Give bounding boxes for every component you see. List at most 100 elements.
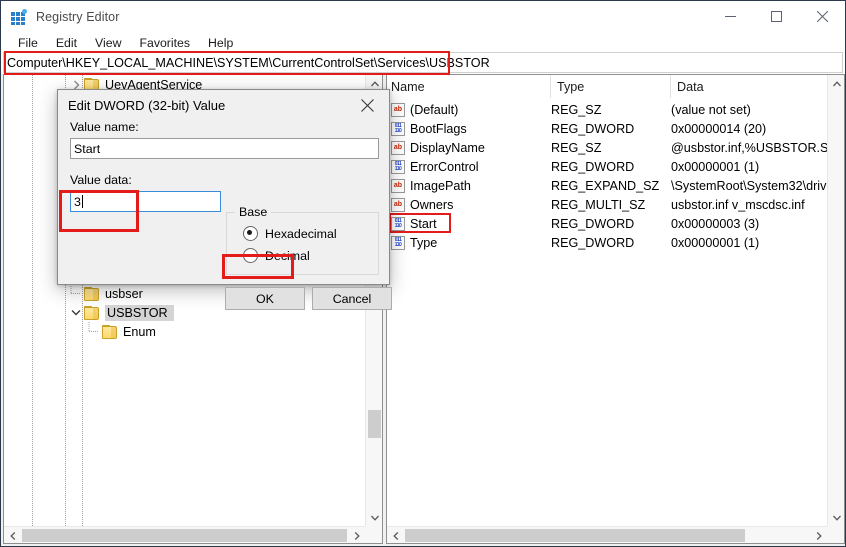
value-data-input[interactable]: 3 (70, 191, 221, 212)
radio-decimal[interactable]: Decimal (243, 248, 378, 263)
radio-decimal-indicator[interactable] (243, 248, 258, 263)
value-type-cell: REG_SZ (551, 140, 602, 155)
base-legend: Base (235, 205, 272, 219)
menu-view[interactable]: View (86, 34, 130, 52)
dialog-close-icon[interactable] (345, 90, 389, 120)
value-row[interactable]: ab Owners REG_MULTI_SZ usbstor.inf v_mscdsc… (387, 195, 827, 214)
value-name-cell: ab ImagePath (387, 178, 551, 193)
column-header-type[interactable]: Type (551, 75, 671, 98)
value-data-cell: usbstor.inf v_mscdsc.inf (671, 197, 805, 212)
radio-hexadecimal[interactable]: Hexadecimal (243, 226, 378, 241)
value-data-cell: 0x00000001 (1) (671, 159, 760, 174)
tree-node[interactable]: usbser (4, 284, 365, 303)
menu-favorites[interactable]: Favorites (130, 34, 199, 52)
tree-leaf-connector (86, 322, 102, 341)
tree-leaf-connector (68, 284, 84, 303)
tree-scroll-right-arrow[interactable] (348, 527, 365, 543)
dword-value-icon: 011 110 (391, 235, 405, 250)
radio-hexadecimal-label: Hexadecimal (265, 226, 337, 241)
tree-scroll-corner (365, 526, 382, 543)
values-scroll-left-arrow[interactable] (387, 527, 404, 543)
value-type-cell: REG_DWORD (551, 235, 635, 250)
text-caret (81, 195, 83, 208)
value-name-cell: ab DisplayName (387, 140, 551, 155)
maximize-button[interactable] (753, 1, 799, 32)
menu-edit[interactable]: Edit (47, 34, 86, 52)
values-column-headers: Name Type Data (387, 75, 844, 98)
folder-icon (102, 324, 118, 339)
registry-editor-icon (11, 8, 27, 25)
values-hscroll-thumb[interactable] (405, 529, 745, 542)
value-name-cell: 011 110 Start (387, 216, 551, 231)
value-name-input[interactable]: Start (70, 138, 379, 159)
value-type-cell: REG_DWORD (551, 121, 635, 136)
tree-node[interactable]: USBSTOR (4, 303, 365, 322)
value-data-cell: 0x00000001 (1) (671, 235, 760, 250)
window-controls (707, 1, 845, 32)
values-scroll-corner (827, 526, 844, 543)
tree-node-label: Enum (123, 324, 156, 339)
value-name-text: ImagePath (410, 178, 471, 193)
folder-icon (84, 286, 100, 301)
dialog-body: Value name: Start Value data: 3 Base Hex… (58, 120, 392, 310)
title-bar: Registry Editor (1, 1, 845, 32)
radio-hexadecimal-indicator[interactable] (243, 226, 258, 241)
tree-node-label: USBSTOR (105, 304, 174, 321)
value-data-cell: 0x00000003 (3) (671, 216, 760, 231)
values-scroll-right-arrow[interactable] (810, 527, 827, 543)
registry-editor-window: Registry Editor File Edit View Favorites… (0, 0, 846, 547)
tree-horizontal-scrollbar[interactable] (4, 526, 365, 543)
base-groupbox: Base Hexadecimal Decimal (226, 205, 379, 275)
value-row[interactable]: ab ImagePath REG_EXPAND_SZ \SystemRoot\Syst… (387, 176, 827, 195)
window-title: Registry Editor (36, 9, 120, 24)
tree-hscroll-thumb[interactable] (22, 529, 347, 542)
tree-scroll-left-arrow[interactable] (4, 527, 21, 543)
value-row[interactable]: 011 110 ErrorControl REG_DWORD 0x00000001 (1… (387, 157, 827, 176)
value-row[interactable]: 011 110 Type REG_DWORD 0x00000001 (1) (387, 233, 827, 252)
menu-file[interactable]: File (9, 34, 47, 52)
menu-help[interactable]: Help (199, 34, 242, 52)
value-data-cell: 0x00000014 (20) (671, 121, 767, 136)
address-bar-container: Computer\HKEY_LOCAL_MACHINE\SYSTEM\Curre… (1, 52, 845, 74)
values-scroll-up-arrow[interactable] (828, 75, 844, 92)
value-row[interactable]: ab (Default) REG_SZ (value not set) (387, 100, 827, 119)
value-row[interactable]: ab DisplayName REG_SZ @usbstor.inf,%USBSTOR… (387, 138, 827, 157)
tree-scroll-thumb[interactable] (368, 410, 381, 438)
tree-scroll-down-arrow[interactable] (366, 509, 382, 526)
dword-value-icon: 011 110 (391, 216, 405, 231)
value-name-cell: 011 110 ErrorControl (387, 159, 551, 174)
value-row[interactable]: 011 110 BootFlags REG_DWORD 0x00000014 (20) (387, 119, 827, 138)
value-name-text: DisplayName (410, 140, 485, 155)
string-value-icon: ab (391, 197, 405, 212)
value-name-text: ErrorControl (410, 159, 479, 174)
value-data-cell: \SystemRoot\System32\drivers\ (671, 178, 827, 193)
value-name-text: Start (410, 216, 437, 231)
ok-button[interactable]: OK (225, 287, 305, 310)
column-header-data[interactable]: Data (671, 75, 844, 98)
column-header-name[interactable]: Name (387, 75, 551, 98)
minimize-button[interactable] (707, 1, 753, 32)
address-bar[interactable]: Computer\HKEY_LOCAL_MACHINE\SYSTEM\Curre… (3, 52, 843, 73)
value-data-text: 3 (74, 194, 81, 209)
tree-node[interactable]: Enum (4, 322, 365, 341)
edit-dword-dialog: Edit DWORD (32-bit) Value Value name: St… (57, 89, 392, 310)
value-row[interactable]: 011 110 Start REG_DWORD 0x00000003 (3) (387, 214, 827, 233)
values-scroll-down-arrow[interactable] (828, 509, 844, 526)
string-value-icon: ab (391, 102, 405, 117)
value-type-cell: REG_MULTI_SZ (551, 197, 646, 212)
value-name-label: Value name: (70, 120, 139, 134)
string-value-icon: ab (391, 140, 405, 155)
values-horizontal-scrollbar[interactable] (387, 526, 827, 543)
cancel-button[interactable]: Cancel (312, 287, 392, 310)
value-data-cell: @usbstor.inf,%USBSTOR.SvcDesc (671, 140, 827, 155)
value-name-text: BootFlags (410, 121, 467, 136)
value-name-cell: 011 110 BootFlags (387, 121, 551, 136)
close-button[interactable] (799, 1, 845, 32)
chevron-down-icon[interactable] (68, 303, 84, 322)
values-vertical-scrollbar[interactable] (827, 75, 844, 526)
dialog-title-bar: Edit DWORD (32-bit) Value (58, 90, 389, 120)
value-type-cell: REG_DWORD (551, 159, 635, 174)
dword-value-icon: 011 110 (391, 159, 405, 174)
value-name-cell: ab Owners (387, 197, 551, 212)
value-type-cell: REG_SZ (551, 102, 602, 117)
